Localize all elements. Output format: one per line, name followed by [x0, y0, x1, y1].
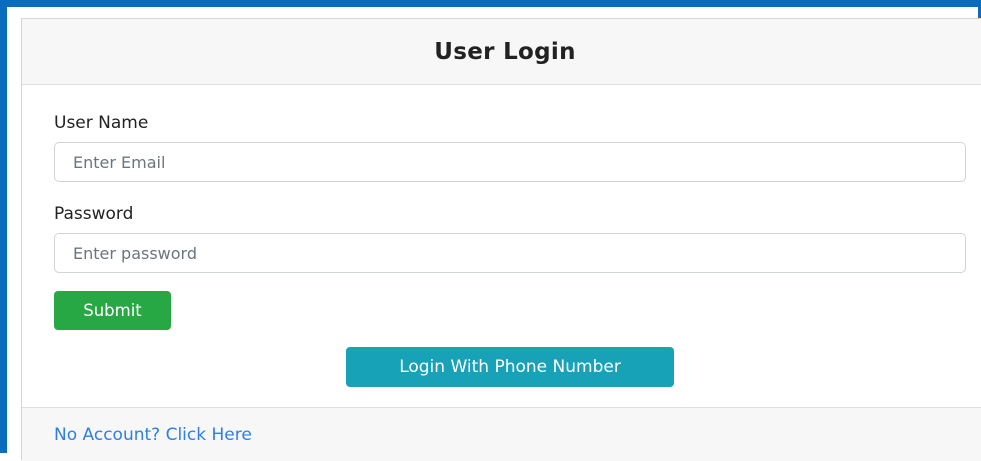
login-with-phone-button[interactable]: Login With Phone Number — [346, 347, 674, 387]
submit-button[interactable]: Submit — [54, 291, 171, 330]
window-frame: User Login User Name Password Submit Log… — [0, 0, 981, 461]
password-label: Password — [54, 204, 134, 224]
signup-link[interactable]: No Account? Click Here — [54, 425, 252, 445]
password-field[interactable] — [54, 233, 966, 273]
page-title: User Login — [434, 38, 576, 65]
email-field[interactable] — [54, 142, 966, 182]
username-label: User Name — [54, 113, 149, 133]
login-card: User Login User Name Password Submit Log… — [21, 18, 981, 461]
card-header: User Login — [22, 19, 981, 85]
